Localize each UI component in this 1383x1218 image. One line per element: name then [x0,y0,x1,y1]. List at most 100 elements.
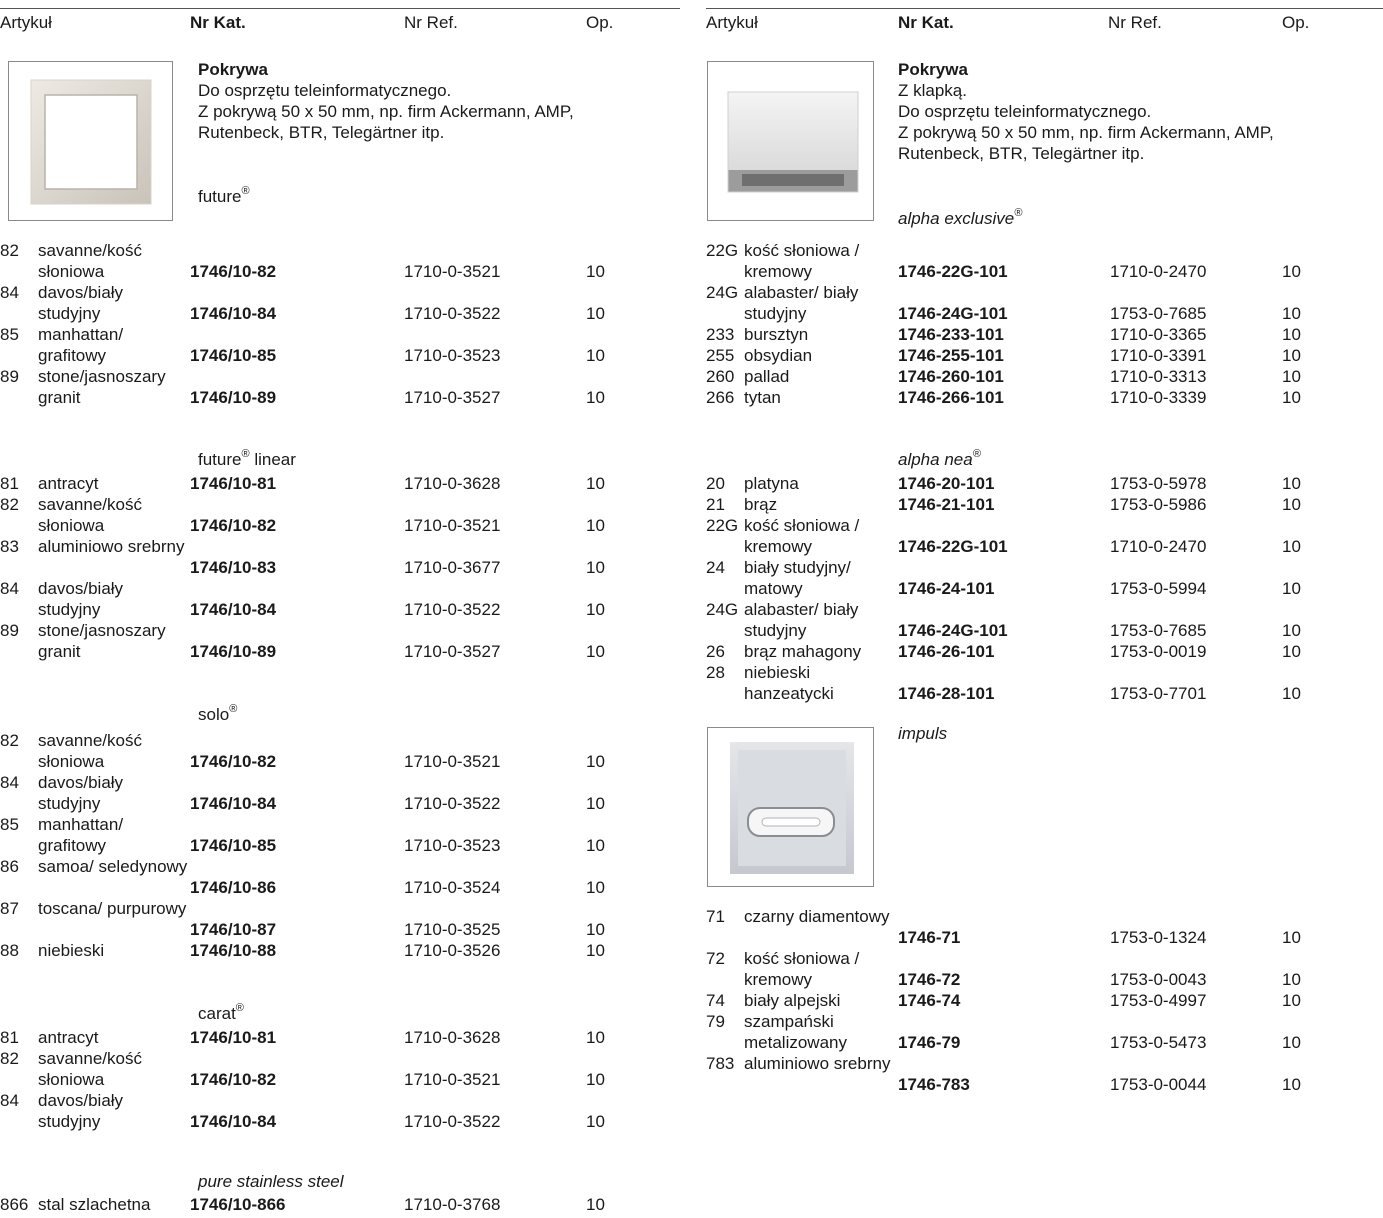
article-code: 260 [706,367,735,386]
series-text: ® [1014,207,1023,220]
reference-number: 1710-0-2470 [1110,537,1207,556]
article-name: obsydian [744,346,813,365]
table-row: 20 platyna 1746-20-101 1753-0-5978 10 [706,473,1383,494]
reference-number: 1710-0-3628 [404,1028,501,1047]
pack-quantity: 10 [586,836,605,855]
article-code: 72 [706,949,725,968]
header-ref-no: Nr Ref. [1108,13,1162,32]
pack-quantity: 10 [1282,928,1301,947]
reference-number: 1753-0-5978 [1110,474,1207,493]
product-photo-frame [8,61,173,221]
series-label: carat® [198,1003,244,1024]
table-row: 24G alabaster/ biały studyjny 1746-24G-101… [706,599,1383,641]
article-code: 26 [706,642,725,661]
table-row: 81 antracyt 1746/10-81 1710-0-3628 10 [0,1027,680,1048]
series-label: alpha nea® [898,449,981,470]
article-code: 783 [706,1054,735,1073]
reference-number: 1710-0-3521 [404,262,501,281]
catalog-number: 1746-266-101 [898,388,1004,407]
catalog-number: 1746-24G-101 [898,621,1008,640]
article-code: 24G [706,600,739,619]
pack-quantity: 10 [1282,346,1301,365]
table-row: 85 manhattan/ grafitowy 1746/10-85 1710-0-3… [0,814,680,856]
catalog-number: 1746-260-101 [898,367,1004,386]
catalog-number: 1746/10-82 [190,262,277,281]
pack-quantity: 10 [1282,1033,1301,1052]
series-text: solo [198,705,230,724]
article-name: bursztyn [744,325,809,344]
pack-quantity: 10 [586,1028,605,1047]
reference-number: 1710-0-3523 [404,836,501,855]
pack-quantity: 10 [1282,537,1301,556]
reference-number: 1753-0-5994 [1110,579,1207,598]
header-cat-no: Nr Kat. [898,13,954,32]
series-text: ® [972,448,981,461]
pack-quantity: 10 [1282,991,1301,1010]
pack-quantity: 10 [1282,325,1301,344]
product-photo-impuls [707,727,874,887]
product-title: Pokrywa [198,60,268,79]
catalog-number: 1746/10-89 [190,388,277,407]
article-name: brąz [744,495,778,514]
column-headers: Artykuł Nr Kat. Nr Ref. Op. [706,12,1383,36]
article-code: 20 [706,474,725,493]
header-rule [0,8,680,9]
catalog-number: 1746/10-82 [190,1070,277,1089]
series-text: pure stainless steel [198,1172,344,1191]
article-name: platyna [744,474,799,493]
reference-number: 1753-0-0019 [1110,642,1207,661]
pack-quantity: 10 [1282,495,1301,514]
article-name: davos/biały studyjny [38,773,124,813]
catalog-number: 1746-22G-101 [898,262,1008,281]
article-name: aluminiowo srebrny [744,1054,891,1073]
reference-number: 1753-0-0043 [1110,970,1207,989]
pack-quantity: 10 [586,558,605,577]
reference-number: 1710-0-3628 [404,474,501,493]
article-name: toscana/ purpurowy [38,899,187,918]
table-row: 71 czarny diamentowy 1746-71 1753-0-1324 10 [706,906,1383,948]
header-rule [706,8,1383,9]
product-rows: 71 czarny diamentowy 1746-71 1753-0-1324 10 … [706,906,1383,1095]
article-name: davos/biały studyjny [38,283,124,323]
table-row: 24G alabaster/ biały studyjny 1746-24G-101… [706,282,1383,324]
article-name: antracyt [38,474,99,493]
catalog-number: 1746-79 [898,1033,961,1052]
header-pack: Op. [586,13,614,32]
series-label: future® linear [198,449,296,470]
table-row: 260 pallad 1746-260-101 1710-0-3313 10 [706,366,1383,387]
table-row: 74 biały alpejski 1746-74 1753-0-4997 10 [706,990,1383,1011]
pack-quantity: 10 [586,642,605,661]
header-cat-no: Nr Kat. [190,13,246,32]
table-row: 783 aluminiowo srebrny 1746-783 1753-0-0044… [706,1053,1383,1095]
reference-number: 1710-0-3677 [404,558,501,577]
reference-number: 1710-0-3522 [404,304,501,323]
article-code: 84 [0,1091,19,1110]
pack-quantity: 10 [1282,304,1301,323]
article-name: niebieski hanzeatycki [744,663,834,703]
pack-quantity: 10 [586,1070,605,1089]
pack-quantity: 10 [1282,579,1301,598]
product-desc-line: Rutenbeck, BTR, Telegärtner itp. [198,123,445,142]
reference-number: 1710-0-3527 [404,388,501,407]
article-name: aluminiowo srebrny [38,537,185,556]
catalog-number: 1746-28-101 [898,684,995,703]
article-code: 81 [0,1028,19,1047]
frame-cover-image [30,79,152,205]
series-label: future® [198,186,250,207]
catalog-number: 1746-20-101 [898,474,995,493]
reference-number: 1710-0-3391 [1110,346,1207,365]
article-code: 84 [0,579,19,598]
product-rows: 22G kość słoniowa / kremowy 1746-22G-101 17… [706,240,1383,408]
catalog-number: 1746/10-85 [190,836,277,855]
reference-number: 1710-0-2470 [1110,262,1207,281]
pack-quantity: 10 [586,920,605,939]
product-rows: 81 antracyt 1746/10-81 1710-0-3628 10 82 sava… [0,1027,680,1132]
article-code: 24G [706,283,739,302]
reference-number: 1753-0-4997 [1110,991,1207,1010]
reference-number: 1710-0-3522 [404,1112,501,1131]
product-desc-line: Rutenbeck, BTR, Telegärtner itp. [898,144,1145,163]
pack-quantity: 10 [586,600,605,619]
table-row: 72 kość słoniowa / kremowy 1746-72 1753-0-0… [706,948,1383,990]
column-headers: Artykuł Nr Kat. Nr Ref. Op. [0,12,680,36]
article-name: tytan [744,388,781,407]
